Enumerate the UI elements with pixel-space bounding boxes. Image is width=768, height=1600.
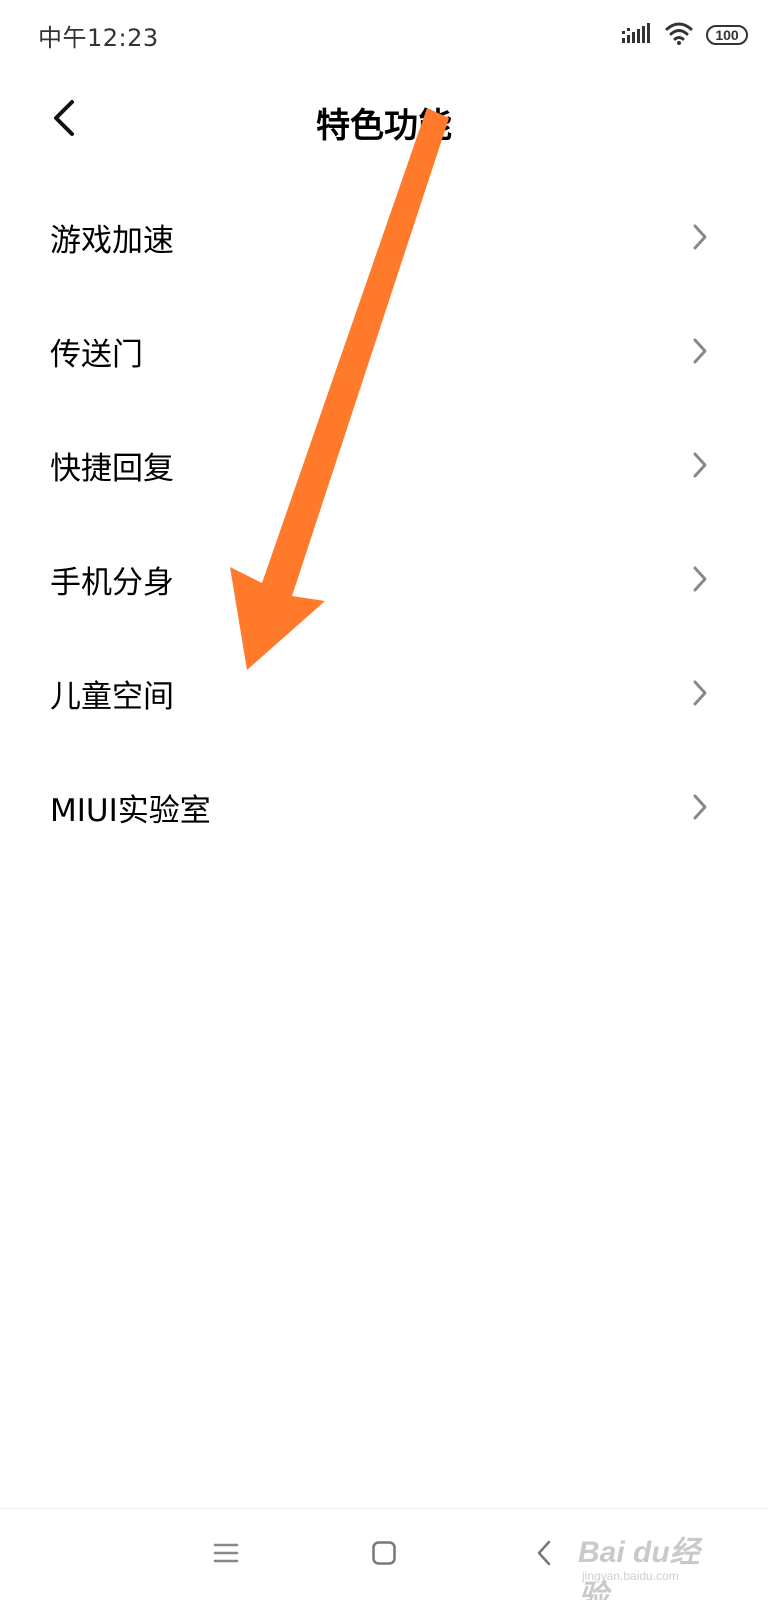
menu-item-quick-reply[interactable]: 快捷回复 <box>0 408 768 522</box>
status-time: 中午12:23 <box>38 24 159 52</box>
menu-item-label: 游戏加速 <box>50 222 174 259</box>
menu-item-label: MIUI实验室 <box>50 792 211 829</box>
page-title: 特色功能 <box>316 106 452 146</box>
home-icon <box>371 1540 397 1570</box>
chevron-right-icon <box>688 678 712 708</box>
home-button[interactable] <box>360 1531 408 1579</box>
status-icons: 100 <box>622 20 748 50</box>
menu-icon <box>213 1542 239 1568</box>
title-bar: 特色功能 <box>0 80 768 160</box>
menu-item-game-acceleration[interactable]: 游戏加速 <box>0 180 768 294</box>
watermark-url: jingyan.baidu.com <box>582 1569 679 1583</box>
nav-bar: Bai du经验 jingyan.baidu.com <box>0 1508 768 1600</box>
menu-item-label: 传送门 <box>50 336 143 373</box>
recent-apps-button[interactable] <box>202 1531 250 1579</box>
status-bar: 中午12:23 100 <box>0 0 768 72</box>
menu-list: 游戏加速 传送门 快捷回复 手机分身 儿童空间 MIUI实验室 <box>0 180 768 864</box>
chevron-right-icon <box>688 222 712 252</box>
battery-icon: 100 <box>706 25 748 45</box>
menu-item-label: 手机分身 <box>50 564 174 601</box>
chevron-right-icon <box>688 564 712 594</box>
menu-item-label: 儿童空间 <box>50 678 174 715</box>
menu-item-kids-space[interactable]: 儿童空间 <box>0 636 768 750</box>
chevron-right-icon <box>688 450 712 480</box>
menu-item-portal[interactable]: 传送门 <box>0 294 768 408</box>
wifi-icon <box>664 21 694 49</box>
screen: 中午12:23 100 特色功能 游戏加速 传送门 快捷回复 手机分身 儿童空间… <box>0 0 768 1600</box>
chevron-right-icon <box>688 792 712 822</box>
menu-item-miui-lab[interactable]: MIUI实验室 <box>0 750 768 864</box>
menu-item-dual-apps[interactable]: 手机分身 <box>0 522 768 636</box>
nav-back-button[interactable] <box>520 1531 568 1579</box>
menu-item-label: 快捷回复 <box>50 450 174 487</box>
back-icon <box>535 1539 553 1571</box>
signal-icon <box>622 22 652 48</box>
watermark: Bai du经验 jingyan.baidu.com <box>578 1519 728 1600</box>
watermark-brand: Bai du经验 <box>578 1536 700 1600</box>
chevron-right-icon <box>688 336 712 366</box>
